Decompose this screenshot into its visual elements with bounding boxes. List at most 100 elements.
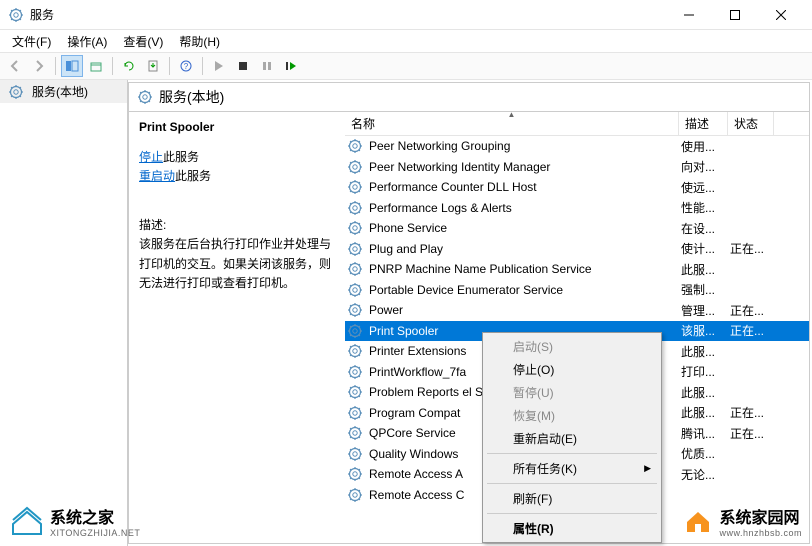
service-desc-cell: 管理... [678,302,727,319]
service-desc-cell: 该服... [678,322,727,339]
service-row[interactable]: Portable Device Enumerator Service强制... [345,280,809,301]
restart-link[interactable]: 重启动 [139,169,175,183]
ctx-stop[interactable]: 停止(O) [485,358,659,381]
submenu-arrow-icon: ▶ [644,463,651,474]
service-desc-cell: 此服... [678,384,727,401]
detail-pane: Print Spooler 停止此服务 重启动此服务 描述: 该服务在后台执行打… [129,112,345,543]
service-row[interactable]: Performance Logs & Alerts性能... [345,198,809,219]
service-desc-cell: 使用... [678,138,727,155]
service-status-cell: 正在... [727,425,773,442]
maximize-button[interactable] [712,0,758,30]
menubar: 文件(F) 操作(A) 查看(V) 帮助(H) [0,30,812,52]
toolbar: ? [0,52,812,80]
ctx-properties[interactable]: 属性(R) [485,517,659,540]
service-desc-cell: 此服... [678,343,727,360]
gear-icon [347,261,363,277]
refresh-button[interactable] [118,55,140,77]
watermark-text: 系统家园网 [719,504,802,528]
stop-service-button[interactable] [232,55,254,77]
column-desc[interactable]: 描述 [679,112,728,135]
ctx-restart[interactable]: 重新启动(E) [485,427,659,450]
gear-icon [8,84,24,100]
minimize-button[interactable] [666,0,712,30]
house-icon [683,506,713,536]
selected-service-name: Print Spooler [139,120,335,134]
gear-icon [347,384,363,400]
titlebar: 服务 [0,0,812,30]
service-status-cell: 正在... [727,240,773,257]
ctx-separator [487,483,657,484]
gear-icon [347,364,363,380]
service-status-cell: 正在... [727,404,773,421]
show-hide-tree-button[interactable] [61,55,83,77]
stop-link[interactable]: 停止 [139,150,163,164]
menu-help[interactable]: 帮助(H) [171,31,228,52]
gear-icon [347,302,363,318]
service-row[interactable]: Performance Counter DLL Host使远... [345,177,809,198]
toolbar-separator [202,57,203,75]
service-desc-cell: 此服... [678,404,727,421]
service-row[interactable]: Phone Service在设... [345,218,809,239]
service-status-cell: 正在... [727,302,773,319]
service-desc-cell: 在设... [678,220,727,237]
gear-icon [347,466,363,482]
gear-icon [347,323,363,339]
watermark-sub: www.hnzhbsb.com [719,528,802,538]
service-name-cell: PNRP Machine Name Publication Service [366,262,678,276]
ctx-separator [487,453,657,454]
ctx-all-tasks[interactable]: 所有任务(K)▶ [485,457,659,480]
gear-icon [347,405,363,421]
start-service-button[interactable] [208,55,230,77]
service-row[interactable]: Peer Networking Grouping使用... [345,136,809,157]
service-name-cell: Power [366,303,678,317]
restart-suffix: 此服务 [175,169,211,183]
menu-view[interactable]: 查看(V) [115,31,171,52]
properties-toolbar-button[interactable] [85,55,107,77]
gear-icon [347,487,363,503]
gear-icon [137,89,153,105]
restart-service-button[interactable] [280,55,302,77]
service-desc-cell: 使计... [678,240,727,257]
service-desc-cell: 向对... [678,158,727,175]
help-button[interactable]: ? [175,55,197,77]
service-row[interactable]: Plug and Play使计...正在... [345,239,809,260]
column-status[interactable]: 状态 [728,112,774,135]
service-row[interactable]: PNRP Machine Name Publication Service此服.… [345,259,809,280]
ctx-refresh[interactable]: 刷新(F) [485,487,659,510]
menu-file[interactable]: 文件(F) [4,31,59,52]
pane-header: 服务(本地) [129,83,809,112]
service-desc-cell: 腾讯... [678,425,727,442]
service-name-cell: Peer Networking Identity Manager [366,160,678,174]
service-desc-cell: 打印... [678,363,727,380]
gear-icon [347,446,363,462]
gear-icon [347,241,363,257]
gear-icon [347,200,363,216]
back-button[interactable] [4,55,26,77]
export-button[interactable] [142,55,164,77]
pause-service-button[interactable] [256,55,278,77]
watermark-sub: XITONGZHIJIA.NET [50,528,140,538]
close-button[interactable] [758,0,804,30]
service-row[interactable]: Peer Networking Identity Manager向对... [345,157,809,178]
ctx-resume: 恢复(M) [485,404,659,427]
description-label: 描述: [139,216,335,233]
column-name[interactable]: ▲名称 [345,112,679,135]
gear-icon [347,138,363,154]
service-desc-cell: 此服... [678,261,727,278]
service-row[interactable]: Power管理...正在... [345,300,809,321]
toolbar-separator [169,57,170,75]
tree-root-node[interactable]: 服务(本地) [0,80,127,103]
service-desc-cell: 性能... [678,199,727,216]
toolbar-separator [112,57,113,75]
menu-action[interactable]: 操作(A) [59,31,115,52]
context-menu: 启动(S) 停止(O) 暂停(U) 恢复(M) 重新启动(E) 所有任务(K)▶… [482,332,662,543]
service-name-cell: Portable Device Enumerator Service [366,283,678,297]
forward-button[interactable] [28,55,50,77]
svg-text:?: ? [184,62,189,71]
ctx-start: 启动(S) [485,335,659,358]
service-name-cell: Plug and Play [366,242,678,256]
service-name-cell: Phone Service [366,221,678,235]
gear-icon [347,282,363,298]
sort-indicator-icon: ▲ [508,112,516,119]
service-desc-cell: 强制... [678,281,727,298]
